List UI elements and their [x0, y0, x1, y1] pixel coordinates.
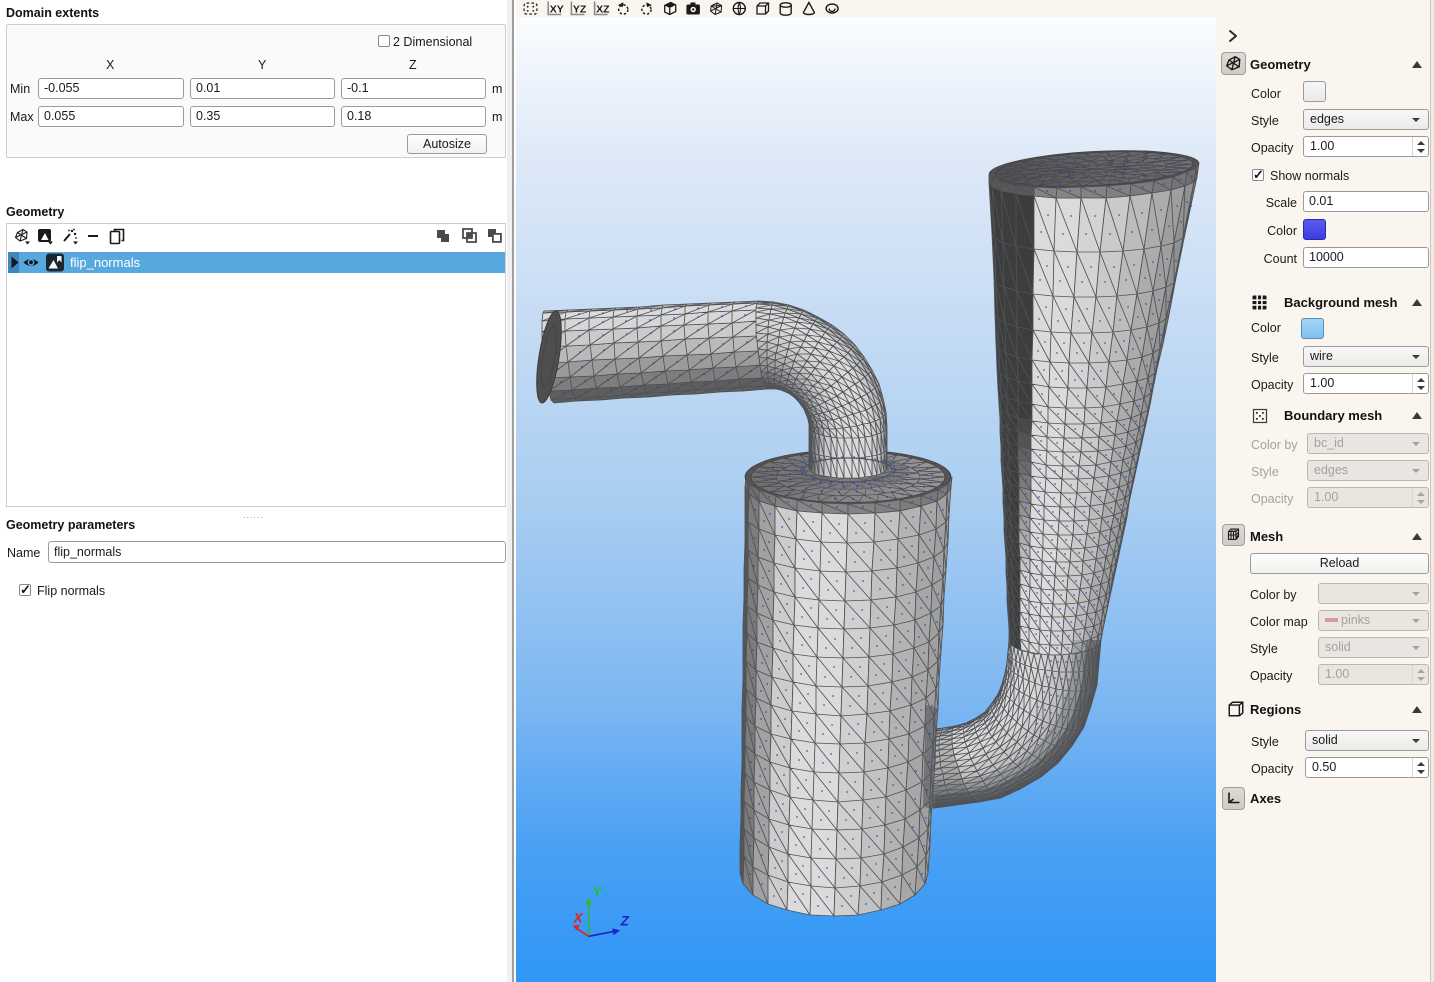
svg-text:YZ: YZ	[573, 4, 587, 16]
svg-text:Y: Y	[593, 884, 604, 899]
svg-text:XZ: XZ	[596, 4, 610, 16]
svg-text:X: X	[573, 910, 584, 925]
svg-text:Z: Z	[620, 913, 630, 928]
svg-text:XY: XY	[550, 4, 564, 16]
